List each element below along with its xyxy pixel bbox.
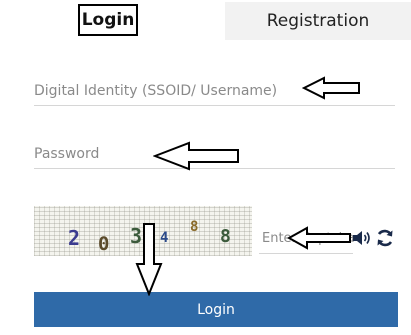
- password-input[interactable]: [34, 139, 395, 168]
- captcha-image: 2 0 3 4 8 8: [34, 206, 252, 256]
- captcha-char: 0: [98, 233, 110, 255]
- captcha-char: 8: [220, 226, 231, 247]
- username-field-container: [34, 76, 395, 106]
- captcha-input[interactable]: [259, 224, 356, 253]
- refresh-icon[interactable]: [375, 228, 395, 248]
- tab-login-label: Login: [81, 10, 135, 30]
- tab-registration[interactable]: Registration: [225, 2, 411, 40]
- captcha-char: 8: [190, 219, 199, 235]
- captcha-char: 4: [160, 230, 169, 246]
- password-field-container: [34, 139, 395, 169]
- tab-login[interactable]: Login: [78, 4, 138, 36]
- username-input[interactable]: [34, 76, 395, 105]
- speaker-icon[interactable]: [352, 229, 372, 247]
- captcha-char: 2: [68, 226, 81, 250]
- login-submit-label: Login: [197, 301, 235, 318]
- tab-registration-label: Registration: [266, 11, 370, 31]
- login-submit-button[interactable]: Login: [34, 292, 398, 327]
- captcha-input-container: [259, 224, 356, 254]
- captcha-char: 3: [130, 224, 143, 248]
